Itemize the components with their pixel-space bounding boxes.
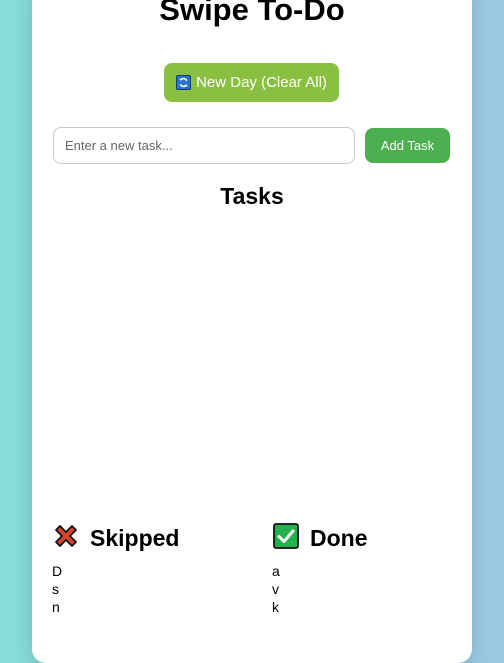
done-list: a v k <box>272 562 472 616</box>
list-item: s <box>52 581 59 597</box>
task-list <box>52 220 452 490</box>
new-day-label: New Day (Clear All) <box>196 74 327 91</box>
list-item: D <box>52 563 63 579</box>
skipped-column: Skipped D s n <box>52 523 252 630</box>
tasks-heading: Tasks <box>220 183 284 209</box>
done-column: Done a v k <box>272 522 472 630</box>
list-item: n <box>52 599 60 615</box>
list-item: k <box>272 599 279 615</box>
cross-mark-icon <box>52 522 80 555</box>
check-mark-button-icon <box>272 522 300 555</box>
app-card: Swipe To-Do New Day (Clear All) Add Task… <box>32 0 472 663</box>
list-item: v <box>272 581 279 597</box>
new-day-button[interactable]: New Day (Clear All) <box>164 63 339 102</box>
list-item: a <box>272 563 280 579</box>
skipped-title: Skipped <box>90 524 180 551</box>
add-task-button[interactable]: Add Task <box>365 128 450 163</box>
page-title: Swipe To-Do <box>159 0 345 27</box>
skipped-header: Skipped <box>52 523 252 553</box>
refresh-icon <box>176 75 192 90</box>
task-input[interactable] <box>53 127 355 164</box>
done-header: Done <box>272 522 472 555</box>
done-title: Done <box>310 524 368 551</box>
skipped-list: D s n <box>52 562 252 616</box>
